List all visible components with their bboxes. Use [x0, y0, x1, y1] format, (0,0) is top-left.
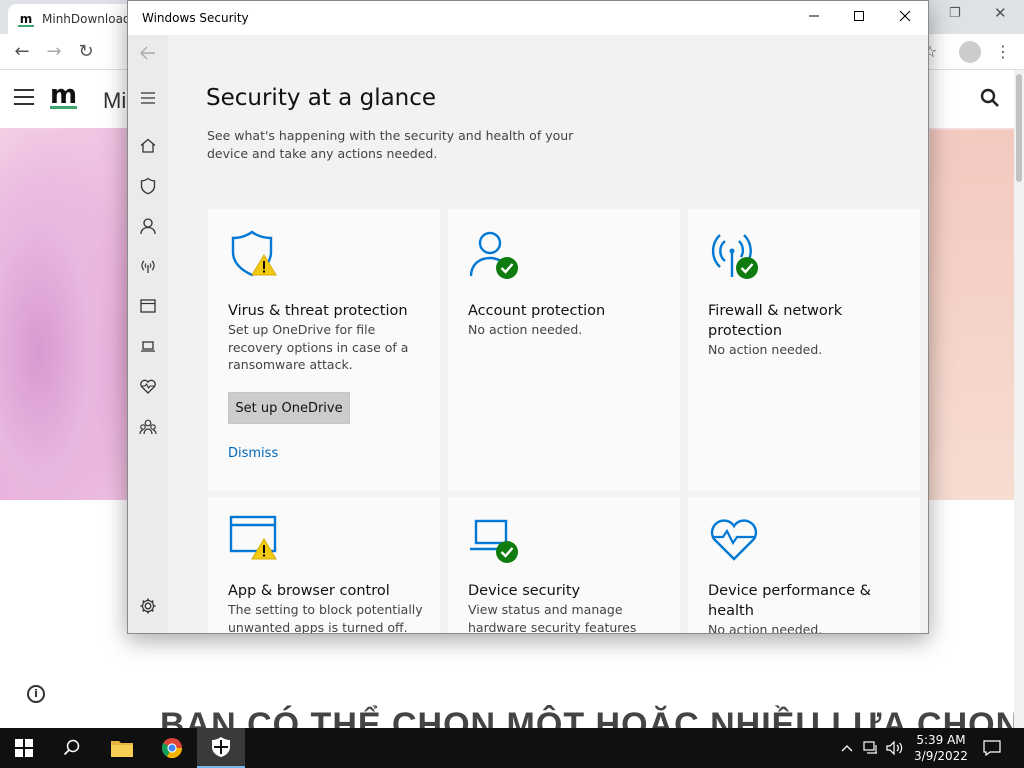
window-title: Windows Security	[142, 11, 249, 25]
forward-arrow-icon[interactable]: →	[44, 42, 64, 62]
device-security-ok-icon	[468, 513, 520, 565]
card-title: Virus & threat protection	[228, 303, 408, 319]
browser-menu-icon[interactable]: ⋮	[993, 42, 1013, 62]
browser-scrollbar[interactable]	[1014, 70, 1024, 728]
card-firewall-network-protection[interactable]: Firewall & network protection No action …	[688, 209, 920, 491]
sidebar-firewall-icon[interactable]	[138, 256, 158, 276]
browser-close-icon[interactable]: ✕	[994, 4, 1007, 22]
search-icon[interactable]	[48, 728, 96, 768]
maximize-button[interactable]	[836, 1, 882, 35]
sidebar-app-browser-icon[interactable]	[138, 296, 158, 316]
card-title: App & browser control	[228, 583, 390, 599]
card-description: No action needed.	[708, 622, 823, 634]
site-menu-icon[interactable]	[14, 89, 34, 105]
card-title: Device performance & health	[708, 583, 871, 619]
network-icon[interactable]	[861, 728, 881, 768]
dismiss-link[interactable]: Dismiss	[228, 446, 278, 461]
minimize-button[interactable]	[791, 1, 837, 35]
card-title: Account protection	[468, 303, 606, 319]
account-ok-icon	[468, 229, 520, 281]
main-content: Security at a glance See what's happenin…	[168, 35, 928, 634]
sidebar-account-icon[interactable]	[138, 216, 158, 236]
app-browser-warning-icon	[228, 513, 280, 565]
card-account-protection[interactable]: Account protection No action needed.	[448, 209, 680, 491]
window-titlebar[interactable]: Windows Security	[128, 1, 928, 35]
hero-decoration	[930, 130, 1024, 500]
windows-taskbar: 5:39 AM 3/9/2022	[0, 728, 1024, 768]
card-description: No action needed.	[468, 322, 583, 337]
clock-time: 5:39 AM	[916, 733, 966, 747]
back-icon[interactable]	[138, 43, 158, 63]
heart-pulse-icon	[708, 513, 760, 565]
sidebar-device-health-icon[interactable]	[138, 376, 158, 396]
scrollbar-thumb[interactable]	[1016, 74, 1022, 182]
navigation-sidebar	[128, 35, 168, 633]
site-favicon: m	[18, 11, 34, 27]
profile-avatar-icon[interactable]	[959, 41, 981, 63]
windows-security-window: Windows Security Security at a glance Se…	[127, 0, 929, 634]
firewall-ok-icon	[708, 229, 760, 281]
windows-security-taskbar-icon[interactable]	[197, 728, 245, 768]
sidebar-home-icon[interactable]	[138, 136, 158, 156]
hero-decoration	[0, 130, 130, 500]
reload-icon[interactable]: ↻	[76, 42, 96, 62]
chrome-icon[interactable]	[148, 728, 196, 768]
card-description: The setting to block potentially unwante…	[228, 602, 423, 634]
site-search-icon[interactable]	[980, 88, 1000, 113]
sidebar-family-options-icon[interactable]	[138, 417, 158, 437]
start-windows-icon[interactable]	[0, 728, 48, 768]
browser-restore-icon[interactable]: ❐	[949, 6, 961, 21]
browser-tab[interactable]: m MinhDownload	[8, 4, 138, 34]
show-hidden-icons-chevron-icon[interactable]	[838, 728, 856, 768]
card-app-browser-control[interactable]: App & browser control The setting to blo…	[208, 497, 440, 634]
sidebar-virus-shield-icon[interactable]	[138, 176, 158, 196]
page-subtitle: See what's happening with the security a…	[207, 128, 574, 161]
card-device-performance-health[interactable]: Device performance & health No action ne…	[688, 497, 920, 634]
taskbar-clock[interactable]: 5:39 AM 3/9/2022	[906, 732, 976, 764]
page-title: Security at a glance	[206, 85, 437, 111]
site-logo[interactable]: m	[50, 82, 78, 109]
card-virus-threat-protection[interactable]: Virus & threat protection Set up OneDriv…	[208, 209, 440, 491]
back-arrow-icon[interactable]: ←	[12, 42, 32, 62]
sidebar-settings-gear-icon[interactable]	[138, 596, 158, 616]
card-description: Set up OneDrive for file recovery option…	[228, 322, 409, 372]
clock-date: 3/9/2022	[914, 749, 968, 763]
card-title: Firewall & network protection	[708, 303, 843, 339]
setup-onedrive-button[interactable]: Set up OneDrive	[228, 392, 350, 424]
notifications-icon[interactable]	[980, 728, 1004, 768]
volume-icon[interactable]	[884, 728, 906, 768]
virus-shield-warning-icon	[228, 229, 280, 281]
card-device-security[interactable]: Device security View status and manage h…	[448, 497, 680, 634]
menu-icon[interactable]	[138, 88, 158, 108]
file-explorer-icon[interactable]	[98, 728, 146, 768]
info-icon[interactable]: i	[27, 685, 45, 703]
browser-tab-title: MinhDownload	[42, 12, 131, 26]
sidebar-device-security-icon[interactable]	[138, 336, 158, 356]
close-button[interactable]	[882, 1, 928, 35]
card-description: No action needed.	[708, 342, 823, 357]
card-description: View status and manage hardware security…	[468, 602, 637, 634]
card-title: Device security	[468, 583, 581, 599]
